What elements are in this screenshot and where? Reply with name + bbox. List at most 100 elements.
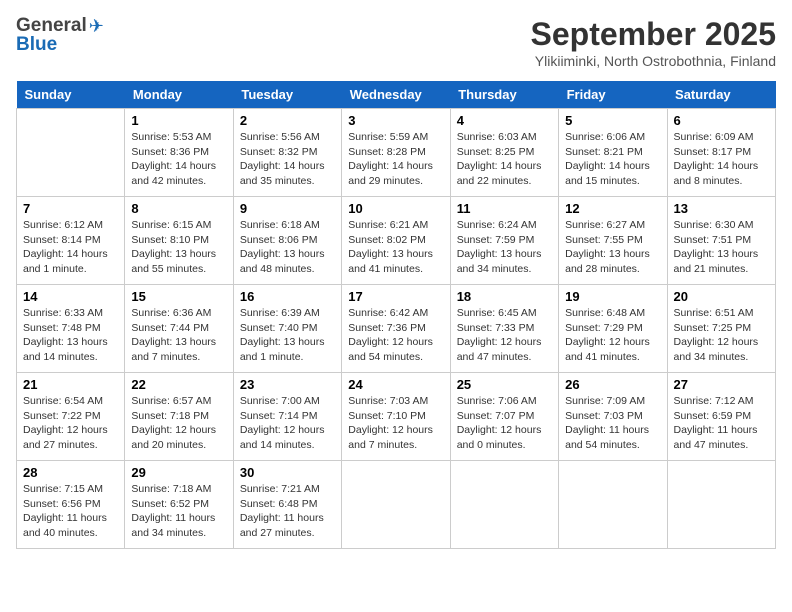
cell-info: Sunrise: 6:45 AMSunset: 7:33 PMDaylight:… xyxy=(457,307,542,363)
week-row-1: 1 Sunrise: 5:53 AMSunset: 8:36 PMDayligh… xyxy=(17,109,776,197)
date-number: 18 xyxy=(457,289,552,304)
location-title: Ylikiiminki, North Ostrobothnia, Finland xyxy=(531,53,776,69)
date-number: 25 xyxy=(457,377,552,392)
date-number: 26 xyxy=(565,377,660,392)
calendar-cell: 2 Sunrise: 5:56 AMSunset: 8:32 PMDayligh… xyxy=(233,109,341,197)
calendar-cell xyxy=(17,109,125,197)
date-number: 19 xyxy=(565,289,660,304)
cell-info: Sunrise: 6:27 AMSunset: 7:55 PMDaylight:… xyxy=(565,219,650,275)
date-number: 1 xyxy=(131,113,226,128)
calendar-cell: 30 Sunrise: 7:21 AMSunset: 6:48 PMDaylig… xyxy=(233,461,341,549)
cell-info: Sunrise: 6:21 AMSunset: 8:02 PMDaylight:… xyxy=(348,219,433,275)
calendar-cell: 27 Sunrise: 7:12 AMSunset: 6:59 PMDaylig… xyxy=(667,373,775,461)
day-header-row: Sunday Monday Tuesday Wednesday Thursday… xyxy=(17,81,776,109)
cell-info: Sunrise: 6:15 AMSunset: 8:10 PMDaylight:… xyxy=(131,219,216,275)
calendar-cell: 24 Sunrise: 7:03 AMSunset: 7:10 PMDaylig… xyxy=(342,373,450,461)
date-number: 30 xyxy=(240,465,335,480)
cell-info: Sunrise: 7:03 AMSunset: 7:10 PMDaylight:… xyxy=(348,395,433,451)
calendar-cell xyxy=(342,461,450,549)
calendar-cell: 5 Sunrise: 6:06 AMSunset: 8:21 PMDayligh… xyxy=(559,109,667,197)
cell-info: Sunrise: 6:42 AMSunset: 7:36 PMDaylight:… xyxy=(348,307,433,363)
header: General ✈ Blue September 2025 Ylikiimink… xyxy=(16,16,776,69)
title-area: September 2025 Ylikiiminki, North Ostrob… xyxy=(531,16,776,69)
date-number: 12 xyxy=(565,201,660,216)
date-number: 8 xyxy=(131,201,226,216)
date-number: 7 xyxy=(23,201,118,216)
date-number: 29 xyxy=(131,465,226,480)
calendar-cell xyxy=(559,461,667,549)
cell-info: Sunrise: 6:03 AMSunset: 8:25 PMDaylight:… xyxy=(457,131,542,187)
cell-info: Sunrise: 6:51 AMSunset: 7:25 PMDaylight:… xyxy=(674,307,759,363)
cell-info: Sunrise: 5:53 AMSunset: 8:36 PMDaylight:… xyxy=(131,131,216,187)
calendar-cell: 11 Sunrise: 6:24 AMSunset: 7:59 PMDaylig… xyxy=(450,197,558,285)
week-row-2: 7 Sunrise: 6:12 AMSunset: 8:14 PMDayligh… xyxy=(17,197,776,285)
date-number: 21 xyxy=(23,377,118,392)
calendar-cell: 14 Sunrise: 6:33 AMSunset: 7:48 PMDaylig… xyxy=(17,285,125,373)
week-row-5: 28 Sunrise: 7:15 AMSunset: 6:56 PMDaylig… xyxy=(17,461,776,549)
calendar-cell: 10 Sunrise: 6:21 AMSunset: 8:02 PMDaylig… xyxy=(342,197,450,285)
date-number: 11 xyxy=(457,201,552,216)
date-number: 9 xyxy=(240,201,335,216)
calendar-cell: 9 Sunrise: 6:18 AMSunset: 8:06 PMDayligh… xyxy=(233,197,341,285)
cell-info: Sunrise: 6:54 AMSunset: 7:22 PMDaylight:… xyxy=(23,395,108,451)
calendar-cell: 28 Sunrise: 7:15 AMSunset: 6:56 PMDaylig… xyxy=(17,461,125,549)
calendar-cell: 25 Sunrise: 7:06 AMSunset: 7:07 PMDaylig… xyxy=(450,373,558,461)
date-number: 13 xyxy=(674,201,769,216)
date-number: 23 xyxy=(240,377,335,392)
logo-general: General xyxy=(16,16,87,35)
date-number: 27 xyxy=(674,377,769,392)
calendar-cell: 6 Sunrise: 6:09 AMSunset: 8:17 PMDayligh… xyxy=(667,109,775,197)
cell-info: Sunrise: 7:15 AMSunset: 6:56 PMDaylight:… xyxy=(23,483,107,539)
week-row-4: 21 Sunrise: 6:54 AMSunset: 7:22 PMDaylig… xyxy=(17,373,776,461)
cell-info: Sunrise: 6:33 AMSunset: 7:48 PMDaylight:… xyxy=(23,307,108,363)
calendar-cell: 15 Sunrise: 6:36 AMSunset: 7:44 PMDaylig… xyxy=(125,285,233,373)
calendar-cell xyxy=(450,461,558,549)
calendar-cell: 29 Sunrise: 7:18 AMSunset: 6:52 PMDaylig… xyxy=(125,461,233,549)
header-thursday: Thursday xyxy=(450,81,558,109)
cell-info: Sunrise: 5:56 AMSunset: 8:32 PMDaylight:… xyxy=(240,131,325,187)
cell-info: Sunrise: 7:00 AMSunset: 7:14 PMDaylight:… xyxy=(240,395,325,451)
calendar-cell: 4 Sunrise: 6:03 AMSunset: 8:25 PMDayligh… xyxy=(450,109,558,197)
cell-info: Sunrise: 6:24 AMSunset: 7:59 PMDaylight:… xyxy=(457,219,542,275)
calendar-cell: 22 Sunrise: 6:57 AMSunset: 7:18 PMDaylig… xyxy=(125,373,233,461)
cell-info: Sunrise: 7:21 AMSunset: 6:48 PMDaylight:… xyxy=(240,483,324,539)
calendar-cell: 21 Sunrise: 6:54 AMSunset: 7:22 PMDaylig… xyxy=(17,373,125,461)
cell-info: Sunrise: 6:48 AMSunset: 7:29 PMDaylight:… xyxy=(565,307,650,363)
date-number: 15 xyxy=(131,289,226,304)
cell-info: Sunrise: 6:39 AMSunset: 7:40 PMDaylight:… xyxy=(240,307,325,363)
calendar-cell: 16 Sunrise: 6:39 AMSunset: 7:40 PMDaylig… xyxy=(233,285,341,373)
header-saturday: Saturday xyxy=(667,81,775,109)
calendar-cell: 1 Sunrise: 5:53 AMSunset: 8:36 PMDayligh… xyxy=(125,109,233,197)
date-number: 10 xyxy=(348,201,443,216)
calendar-cell: 19 Sunrise: 6:48 AMSunset: 7:29 PMDaylig… xyxy=(559,285,667,373)
bird-icon: ✈ xyxy=(89,17,104,35)
cell-info: Sunrise: 6:36 AMSunset: 7:44 PMDaylight:… xyxy=(131,307,216,363)
header-wednesday: Wednesday xyxy=(342,81,450,109)
cell-info: Sunrise: 5:59 AMSunset: 8:28 PMDaylight:… xyxy=(348,131,433,187)
header-friday: Friday xyxy=(559,81,667,109)
date-number: 22 xyxy=(131,377,226,392)
calendar-cell: 3 Sunrise: 5:59 AMSunset: 8:28 PMDayligh… xyxy=(342,109,450,197)
date-number: 17 xyxy=(348,289,443,304)
cell-info: Sunrise: 7:09 AMSunset: 7:03 PMDaylight:… xyxy=(565,395,649,451)
date-number: 24 xyxy=(348,377,443,392)
cell-info: Sunrise: 7:18 AMSunset: 6:52 PMDaylight:… xyxy=(131,483,215,539)
cell-info: Sunrise: 6:12 AMSunset: 8:14 PMDaylight:… xyxy=(23,219,108,275)
header-tuesday: Tuesday xyxy=(233,81,341,109)
date-number: 6 xyxy=(674,113,769,128)
calendar-cell: 18 Sunrise: 6:45 AMSunset: 7:33 PMDaylig… xyxy=(450,285,558,373)
date-number: 28 xyxy=(23,465,118,480)
date-number: 2 xyxy=(240,113,335,128)
date-number: 16 xyxy=(240,289,335,304)
logo: General ✈ Blue xyxy=(16,16,104,54)
week-row-3: 14 Sunrise: 6:33 AMSunset: 7:48 PMDaylig… xyxy=(17,285,776,373)
calendar-cell xyxy=(667,461,775,549)
cell-info: Sunrise: 7:12 AMSunset: 6:59 PMDaylight:… xyxy=(674,395,758,451)
date-number: 14 xyxy=(23,289,118,304)
date-number: 20 xyxy=(674,289,769,304)
calendar-cell: 20 Sunrise: 6:51 AMSunset: 7:25 PMDaylig… xyxy=(667,285,775,373)
calendar-cell: 26 Sunrise: 7:09 AMSunset: 7:03 PMDaylig… xyxy=(559,373,667,461)
calendar-cell: 13 Sunrise: 6:30 AMSunset: 7:51 PMDaylig… xyxy=(667,197,775,285)
date-number: 4 xyxy=(457,113,552,128)
calendar-cell: 23 Sunrise: 7:00 AMSunset: 7:14 PMDaylig… xyxy=(233,373,341,461)
